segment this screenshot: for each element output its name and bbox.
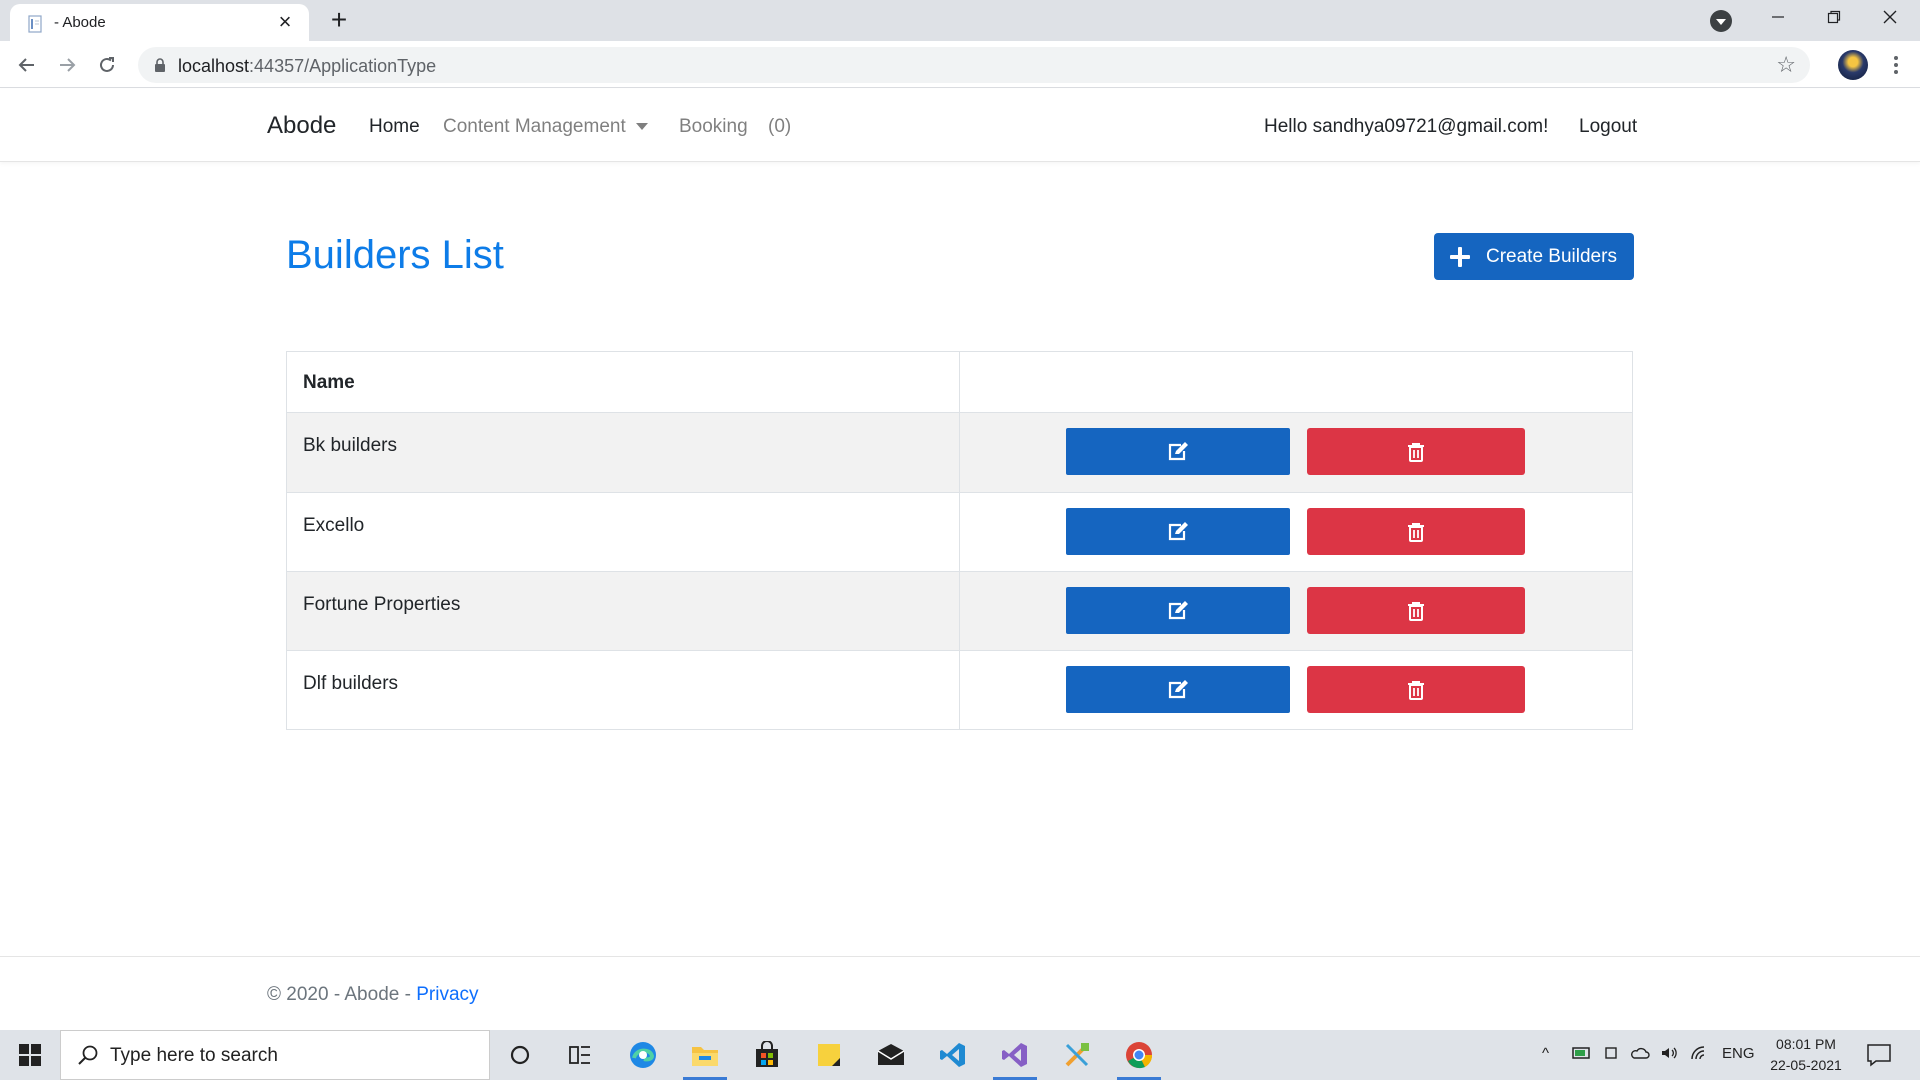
browser-menu-icon[interactable] <box>1884 51 1908 79</box>
page-icon <box>28 15 42 33</box>
site-footer: © 2020 - Abode - Privacy <box>0 956 1920 1030</box>
delete-button[interactable] <box>1307 508 1525 555</box>
table-row: Bk builders <box>287 413 1632 492</box>
address-bar[interactable]: localhost:44357/ApplicationType ☆ <box>138 47 1810 83</box>
notification-icon[interactable] <box>1866 1043 1892 1067</box>
bookmark-star-icon[interactable]: ☆ <box>1776 52 1796 78</box>
builder-name: Fortune Properties <box>287 572 960 650</box>
column-header-name: Name <box>287 352 960 412</box>
trash-icon <box>1408 601 1424 621</box>
search-placeholder: Type here to search <box>110 1045 278 1066</box>
row-actions <box>960 413 1632 492</box>
builder-name: Bk builders <box>287 413 960 492</box>
site-navbar: Abode Home Content Management Booking (0… <box>0 89 1920 162</box>
url-text: localhost:44357/ApplicationType <box>178 56 437 76</box>
edge-icon[interactable] <box>613 1030 673 1080</box>
tab-search-icon[interactable] <box>1710 10 1732 32</box>
nav-content-management[interactable]: Content Management <box>443 116 648 138</box>
browser-tab[interactable]: - Abode × <box>10 4 309 41</box>
chrome-icon[interactable] <box>1109 1030 1169 1080</box>
minimize-icon[interactable] <box>1758 4 1798 36</box>
lock-icon <box>155 58 165 72</box>
user-greeting[interactable]: Hello sandhya09721@gmail.com! <box>1264 116 1548 138</box>
column-header-actions <box>960 352 1632 412</box>
show-hidden-icons-icon[interactable]: ^ <box>1542 1045 1549 1062</box>
tab-title: - Abode <box>54 14 106 31</box>
footer-text: © 2020 - Abode - Privacy <box>267 984 479 1005</box>
trash-icon <box>1408 680 1424 700</box>
builders-table: Name Bk builders Excello Fortune Propert… <box>286 351 1633 730</box>
table-header-row: Name <box>287 352 1632 413</box>
restore-icon[interactable] <box>1814 4 1854 36</box>
new-tab-button[interactable]: + <box>324 6 354 36</box>
edit-icon <box>1168 441 1188 460</box>
meet-now-icon[interactable] <box>1604 1045 1620 1061</box>
onedrive-icon[interactable] <box>1630 1045 1650 1061</box>
taskbar-clock[interactable]: 08:01 PM 22-05-2021 <box>1756 1034 1856 1076</box>
nav-home[interactable]: Home <box>369 116 420 138</box>
row-actions <box>960 572 1632 650</box>
taskbar-search-input[interactable]: Type here to search <box>60 1030 490 1080</box>
back-icon[interactable] <box>11 49 43 81</box>
vscode-icon[interactable] <box>923 1030 983 1080</box>
visual-studio-icon[interactable] <box>985 1030 1045 1080</box>
volume-icon[interactable] <box>1660 1045 1680 1061</box>
edit-button[interactable] <box>1066 666 1290 713</box>
clock-date: 22-05-2021 <box>1770 1057 1842 1073</box>
page-title: Builders List <box>286 233 504 277</box>
brand-link[interactable]: Abode <box>267 112 336 140</box>
edit-icon <box>1168 521 1188 540</box>
edit-button[interactable] <box>1066 508 1290 555</box>
search-icon <box>78 1045 98 1065</box>
edit-icon <box>1168 679 1188 698</box>
builder-name: Excello <box>287 493 960 571</box>
file-explorer-icon[interactable] <box>675 1030 735 1080</box>
row-actions <box>960 493 1632 571</box>
clock-time: 08:01 PM <box>1776 1036 1836 1052</box>
sticky-notes-icon[interactable] <box>799 1030 859 1080</box>
close-window-icon[interactable] <box>1870 4 1910 36</box>
create-builders-button[interactable]: Create Builders <box>1434 233 1634 280</box>
builder-name: Dlf builders <box>287 651 960 729</box>
chevron-down-icon <box>635 123 648 131</box>
windows-start-icon[interactable] <box>0 1030 60 1080</box>
table-row: Excello <box>287 492 1632 571</box>
tools-icon[interactable] <box>1047 1030 1107 1080</box>
trash-icon <box>1408 522 1424 542</box>
close-tab-icon[interactable]: × <box>273 10 297 34</box>
edit-button[interactable] <box>1066 428 1290 475</box>
forward-icon[interactable] <box>51 49 83 81</box>
delete-button[interactable] <box>1307 428 1525 475</box>
reload-icon[interactable] <box>91 49 123 81</box>
store-icon[interactable] <box>737 1030 797 1080</box>
trash-icon <box>1408 442 1424 462</box>
mail-icon[interactable] <box>861 1030 921 1080</box>
delete-button[interactable] <box>1307 587 1525 634</box>
logout-button[interactable]: Logout <box>1579 116 1637 138</box>
cortana-icon[interactable] <box>490 1030 550 1080</box>
battery-icon[interactable] <box>1572 1045 1592 1061</box>
create-builders-label: Create Builders <box>1486 245 1617 267</box>
windows-taskbar: Type here to search ^ ENG 08:01 PM 22-05… <box>0 1030 1920 1080</box>
browser-tabstrip: - Abode × + <box>0 0 1920 41</box>
table-row: Dlf builders <box>287 650 1632 729</box>
profile-avatar[interactable] <box>1838 50 1868 80</box>
wifi-icon[interactable] <box>1690 1045 1710 1061</box>
privacy-link[interactable]: Privacy <box>416 984 478 1005</box>
table-row: Fortune Properties <box>287 571 1632 650</box>
row-actions <box>960 651 1632 729</box>
edit-button[interactable] <box>1066 587 1290 634</box>
language-indicator[interactable]: ENG <box>1722 1045 1755 1062</box>
delete-button[interactable] <box>1307 666 1525 713</box>
booking-count: (0) <box>768 116 792 137</box>
nav-booking[interactable]: Booking <box>679 116 748 138</box>
browser-toolbar: localhost:44357/ApplicationType ☆ <box>0 41 1920 88</box>
edit-icon <box>1168 600 1188 619</box>
plus-icon <box>1450 246 1470 267</box>
task-view-icon[interactable] <box>550 1030 610 1080</box>
